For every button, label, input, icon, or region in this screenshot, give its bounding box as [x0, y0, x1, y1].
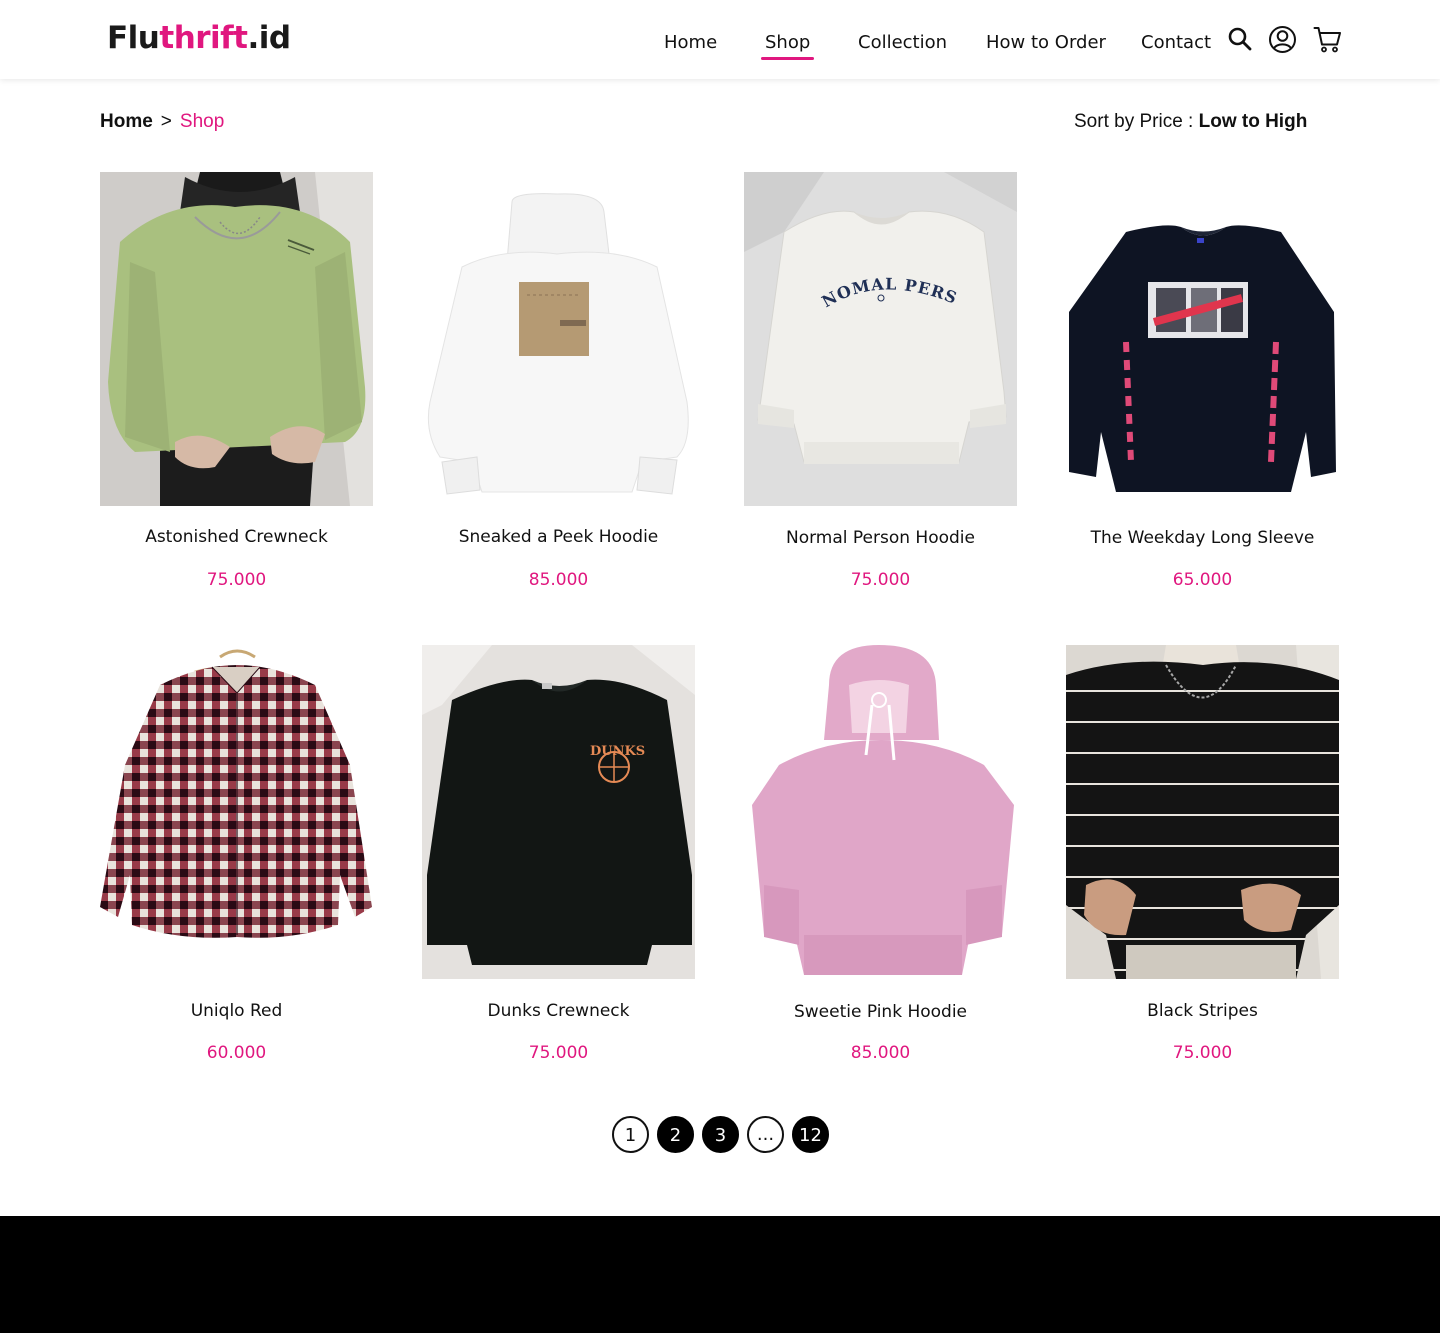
- site-header: Fluthrift.id Home Shop Collection How to…: [0, 0, 1440, 79]
- product-card[interactable]: Sneaked a Peek Hoodie 85.000: [422, 172, 695, 590]
- account-icon[interactable]: [1268, 25, 1297, 54]
- cart-icon[interactable]: [1313, 25, 1342, 54]
- nav-home[interactable]: Home: [664, 30, 717, 56]
- product-name[interactable]: Dunks Crewneck: [402, 999, 715, 1023]
- page-button-2[interactable]: 2: [657, 1116, 694, 1153]
- site-footer: [0, 1216, 1440, 1333]
- sort-value-dropdown[interactable]: Low to High: [1199, 111, 1308, 132]
- product-name[interactable]: Sweetie Pink Hoodie: [724, 1000, 1037, 1024]
- page-button-3[interactable]: 3: [702, 1116, 739, 1153]
- sort-control: Sort by Price : Low to High: [1074, 110, 1307, 134]
- product-card[interactable]: Uniqlo Red 60.000: [100, 645, 373, 1063]
- product-card[interactable]: Sweetie Pink Hoodie 85.000: [744, 645, 1017, 1063]
- site-logo[interactable]: Fluthrift.id: [107, 18, 291, 58]
- product-price: 85.000: [528, 570, 589, 590]
- product-image[interactable]: [100, 645, 373, 979]
- page-button-12[interactable]: 12: [792, 1116, 829, 1153]
- product-name[interactable]: The Weekday Long Sleeve: [1046, 526, 1359, 550]
- nav-how-to-order[interactable]: How to Order: [986, 30, 1106, 56]
- nav-shop[interactable]: Shop: [760, 30, 815, 60]
- product-card[interactable]: Black Stripes 75.000: [1066, 645, 1339, 1063]
- product-price: 75.000: [206, 570, 267, 590]
- nav-collection[interactable]: Collection: [858, 30, 947, 56]
- product-price: 85.000: [850, 1043, 911, 1063]
- product-name[interactable]: Uniqlo Red: [80, 999, 393, 1023]
- logo-text-prefix: Flu: [107, 20, 160, 56]
- product-card[interactable]: Astonished Crewneck 75.000: [100, 172, 373, 590]
- product-name[interactable]: Astonished Crewneck: [80, 525, 393, 549]
- product-image[interactable]: [744, 645, 1017, 979]
- product-image[interactable]: [100, 172, 373, 506]
- breadcrumb-current[interactable]: Shop: [180, 111, 224, 132]
- search-icon[interactable]: [1227, 26, 1253, 52]
- product-price: 65.000: [1172, 570, 1233, 590]
- product-image[interactable]: DUNKS: [422, 645, 695, 979]
- product-image[interactable]: [422, 172, 695, 506]
- breadcrumb: Home > Shop: [100, 110, 224, 134]
- breadcrumb-home[interactable]: Home: [100, 111, 153, 132]
- product-image[interactable]: [1066, 172, 1339, 506]
- logo-text-accent: thrift: [159, 20, 248, 56]
- product-card[interactable]: NOMAL PERSON Normal Person Hoodie 75.000: [744, 172, 1017, 590]
- product-card[interactable]: DUNKS Dunks Crewneck 75.000: [422, 645, 695, 1063]
- page-button-1[interactable]: 1: [612, 1116, 649, 1153]
- product-name[interactable]: Black Stripes: [1046, 999, 1359, 1023]
- product-price: 75.000: [850, 570, 911, 590]
- sort-label: Sort by Price :: [1074, 111, 1194, 132]
- nav-contact[interactable]: Contact: [1141, 30, 1211, 56]
- product-image[interactable]: NOMAL PERSON: [744, 172, 1017, 506]
- product-name[interactable]: Sneaked a Peek Hoodie: [402, 525, 715, 549]
- product-price: 75.000: [528, 1043, 589, 1063]
- product-image[interactable]: [1066, 645, 1339, 979]
- product-card[interactable]: The Weekday Long Sleeve 65.000: [1066, 172, 1339, 590]
- breadcrumb-separator: >: [160, 111, 172, 132]
- page-ellipsis-button[interactable]: ...: [747, 1116, 784, 1153]
- product-price: 75.000: [1172, 1043, 1233, 1063]
- product-name[interactable]: Normal Person Hoodie: [724, 526, 1037, 550]
- logo-text-suffix: .id: [247, 20, 291, 56]
- product-price: 60.000: [206, 1043, 267, 1063]
